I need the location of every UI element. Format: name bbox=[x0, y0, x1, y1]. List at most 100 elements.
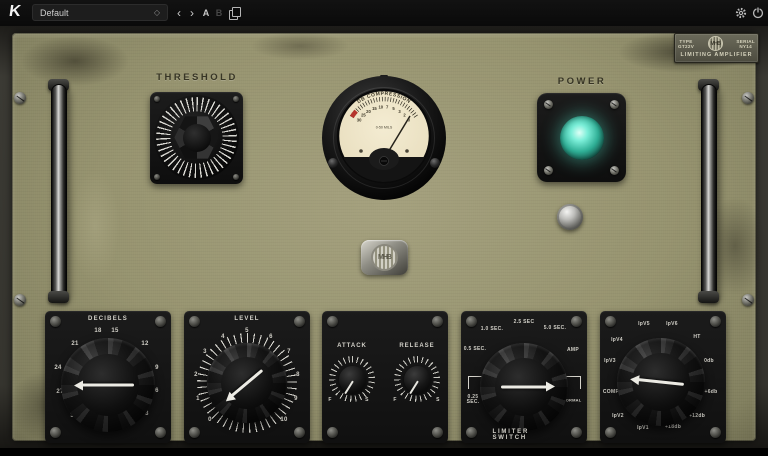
dial-number: 6 bbox=[155, 388, 159, 394]
power-label: POWER bbox=[558, 76, 606, 87]
meter-sub-label: 0-50 MILS bbox=[376, 126, 393, 130]
dome-nut-button[interactable] bbox=[557, 204, 583, 230]
threshold-knob-cap bbox=[183, 124, 211, 152]
knob-arrow bbox=[231, 369, 264, 397]
knob-arrow bbox=[82, 384, 134, 387]
nameplate-logo: MHB bbox=[708, 36, 723, 51]
badge-logo: MHB bbox=[371, 244, 398, 271]
nameplate: TYPE GT22V MHB SERIAL NY14 LIMITING AMPL… bbox=[674, 33, 759, 63]
screw bbox=[233, 96, 239, 102]
switch-position-label: 1.0 SEC. bbox=[481, 326, 503, 332]
screw bbox=[154, 96, 160, 102]
screw bbox=[710, 427, 721, 438]
chassis: TYPE GT22V MHB SERIAL NY14 LIMITING AMPL… bbox=[0, 26, 768, 448]
dial-number: 15 bbox=[111, 328, 118, 334]
fast-label: F bbox=[328, 397, 331, 403]
decibels-title: DECIBELS bbox=[88, 316, 128, 322]
dial-number: 2 bbox=[194, 372, 198, 378]
compression-meter: DB COMPRESSION 30 25 20 15 10 7 5 3 2 0 … bbox=[321, 75, 447, 201]
release-knob[interactable] bbox=[404, 366, 431, 393]
nameplate-title: LIMITING AMPLIFIER bbox=[680, 52, 752, 58]
power-lamp[interactable] bbox=[560, 116, 604, 160]
knob-arrow bbox=[501, 386, 547, 389]
power-bypass-icon[interactable] bbox=[752, 7, 764, 19]
preset-prev-button[interactable]: ‹ bbox=[173, 0, 185, 26]
dial-number: 9 bbox=[155, 365, 159, 371]
preset-selector[interactable]: Default ◇ bbox=[32, 4, 168, 21]
brand-logo: K bbox=[8, 3, 21, 21]
switch-position-label: 2.5 SEC bbox=[514, 319, 535, 325]
selector-position-label: IpV4 bbox=[611, 337, 623, 343]
knob-arrow bbox=[638, 378, 684, 386]
screw bbox=[710, 316, 721, 327]
screw bbox=[610, 166, 619, 175]
level-knob[interactable] bbox=[207, 343, 287, 423]
attack-knob[interactable] bbox=[339, 366, 366, 393]
screw bbox=[610, 100, 619, 109]
dial-number: 4 bbox=[221, 334, 225, 340]
selector-position-label: COMP bbox=[603, 389, 619, 395]
dial-number: 18 bbox=[94, 328, 101, 334]
limiter-switch-knob[interactable] bbox=[480, 343, 568, 431]
threshold-knob[interactable] bbox=[154, 95, 239, 180]
selector-position-label: +12db bbox=[689, 413, 705, 419]
preset-save-icon[interactable]: ◇ bbox=[154, 8, 160, 17]
release-label: RELEASE bbox=[399, 343, 434, 349]
rack-handle-left bbox=[47, 84, 71, 298]
dial-number: 8 bbox=[296, 372, 300, 378]
level-module: LEVEL 0 1 2 3 4 5 6 7 8 9 10 bbox=[184, 311, 310, 443]
ab-toggle-b[interactable]: B bbox=[212, 0, 226, 26]
meter-selector-knob[interactable] bbox=[617, 338, 705, 426]
svg-text:30: 30 bbox=[357, 118, 362, 123]
screw bbox=[154, 174, 160, 180]
ab-toggle-a[interactable]: A bbox=[199, 0, 213, 26]
selector-position-label: IpV6 bbox=[666, 321, 678, 327]
screw bbox=[155, 316, 166, 327]
dial-number: 12 bbox=[141, 341, 148, 347]
screw bbox=[189, 316, 200, 327]
screw bbox=[544, 100, 553, 109]
limiter-switch-title: LIMITER SWITCH bbox=[493, 429, 556, 441]
screw bbox=[605, 316, 616, 327]
threshold-module bbox=[150, 92, 243, 184]
screw bbox=[571, 427, 582, 438]
screw bbox=[14, 294, 26, 306]
selector-position-label: IpV5 bbox=[638, 321, 650, 327]
switch-position-label: 0.5 SEC. bbox=[464, 346, 486, 352]
level-title: LEVEL bbox=[234, 316, 259, 322]
dial-number: 10 bbox=[280, 417, 287, 423]
screw bbox=[742, 92, 754, 104]
preset-next-button[interactable]: › bbox=[186, 0, 198, 26]
screw bbox=[189, 427, 200, 438]
toolbar: K Default ◇ ‹ › A B bbox=[0, 0, 768, 26]
rack-handle-right bbox=[697, 84, 721, 298]
settings-gear-icon[interactable] bbox=[735, 7, 747, 19]
fast-label: F bbox=[393, 397, 396, 403]
svg-text:20: 20 bbox=[366, 109, 371, 114]
screw bbox=[327, 427, 338, 438]
decibels-knob[interactable] bbox=[61, 338, 155, 432]
copy-preset-icon[interactable] bbox=[229, 7, 241, 19]
screw bbox=[327, 316, 338, 327]
screw bbox=[466, 427, 477, 438]
screw bbox=[571, 316, 582, 327]
svg-text:10: 10 bbox=[378, 105, 383, 110]
meter-mount-screw bbox=[430, 158, 440, 168]
dial-number: 21 bbox=[71, 341, 78, 347]
dial-number: 1 bbox=[196, 396, 200, 402]
switch-position-label: 0.25 SEC. bbox=[467, 395, 480, 405]
timing-module: ATTACK RELEASE F S F S bbox=[322, 311, 448, 443]
screw bbox=[294, 316, 305, 327]
slow-label: S bbox=[365, 397, 369, 403]
switch-position-label: AMP bbox=[567, 347, 579, 353]
screw bbox=[50, 427, 61, 438]
meter-selector-module: IpV5 IpV6 IpV4 HT IpV3 0db COMP +6db IpV… bbox=[600, 311, 726, 443]
dial-number: 0 bbox=[208, 417, 212, 423]
threshold-label: THRESHOLD bbox=[156, 72, 238, 83]
power-module bbox=[537, 93, 626, 182]
nameplate-type-value: GT22V bbox=[678, 44, 694, 49]
screw bbox=[233, 174, 239, 180]
nameplate-serial-value: NY14 bbox=[739, 44, 752, 49]
dial-number: 6 bbox=[269, 334, 273, 340]
decibels-module: DECIBELS 18 15 21 12 24 9 27 6 30 3 0 bbox=[45, 311, 171, 443]
